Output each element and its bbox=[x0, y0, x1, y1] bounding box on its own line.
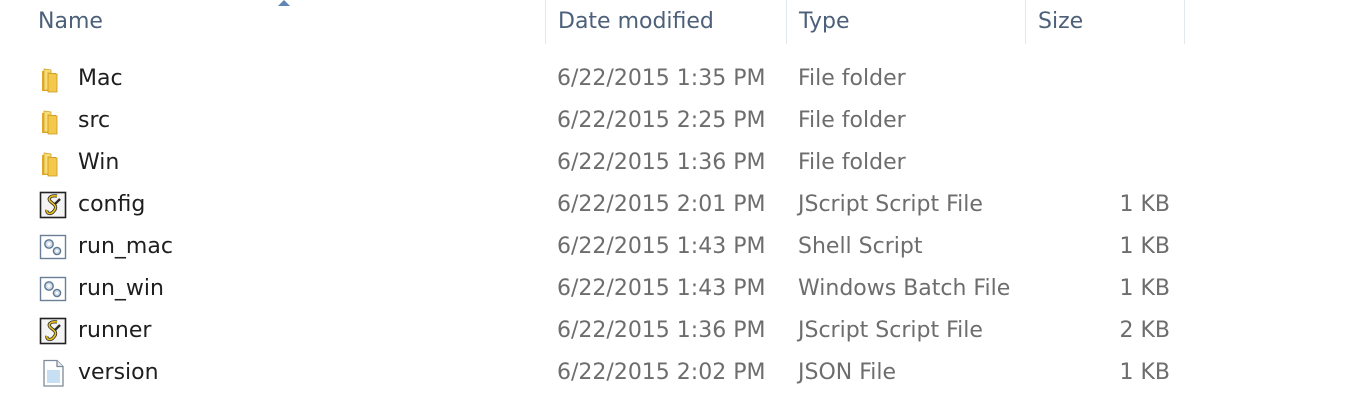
file-type: Shell Script bbox=[798, 234, 923, 259]
file-name: src bbox=[78, 108, 111, 133]
file-row[interactable]: run_mac 6/22/2015 1:43 PM Shell Script 1… bbox=[0, 226, 1356, 268]
file-row[interactable]: Mac 6/22/2015 1:35 PM File folder bbox=[0, 58, 1356, 100]
file-date-modified: 6/22/2015 2:02 PM bbox=[557, 360, 766, 385]
column-header-date-modified[interactable]: Date modified bbox=[546, 0, 787, 44]
file-row[interactable]: runner 6/22/2015 1:36 PM JScript Script … bbox=[0, 310, 1356, 352]
folder-icon bbox=[38, 64, 68, 94]
file-row[interactable]: version 6/22/2015 2:02 PM JSON File 1 KB bbox=[0, 352, 1356, 394]
file-name: Mac bbox=[78, 66, 123, 91]
file-date-modified: 6/22/2015 1:43 PM bbox=[557, 276, 766, 301]
file-type: JSON File bbox=[798, 360, 897, 385]
file-name: run_win bbox=[78, 276, 164, 301]
file-type: JScript Script File bbox=[798, 318, 983, 343]
file-type: File folder bbox=[798, 108, 906, 133]
file-type: JScript Script File bbox=[798, 192, 983, 217]
file-date-modified: 6/22/2015 1:36 PM bbox=[557, 318, 766, 343]
file-date-modified: 6/22/2015 1:43 PM bbox=[557, 234, 766, 259]
script-gear-file-icon bbox=[38, 232, 68, 262]
file-row[interactable]: Win 6/22/2015 1:36 PM File folder bbox=[0, 142, 1356, 184]
file-row[interactable]: run_win 6/22/2015 1:43 PM Windows Batch … bbox=[0, 268, 1356, 310]
script-gear-file-icon bbox=[38, 274, 68, 304]
file-size: 1 KB bbox=[1119, 360, 1170, 385]
file-name: version bbox=[78, 360, 159, 385]
file-list: Mac 6/22/2015 1:35 PM File folder src 6/… bbox=[0, 58, 1356, 394]
file-size: 1 KB bbox=[1119, 192, 1170, 217]
file-size: 2 KB bbox=[1119, 318, 1170, 343]
folder-icon bbox=[38, 148, 68, 178]
file-date-modified: 6/22/2015 2:01 PM bbox=[557, 192, 766, 217]
folder-icon bbox=[38, 106, 68, 136]
file-name: runner bbox=[78, 318, 152, 343]
file-name: config bbox=[78, 192, 146, 217]
column-header-type[interactable]: Type bbox=[787, 0, 1026, 44]
column-header-bar: Name Date modified Type Size bbox=[0, 0, 1356, 44]
jscript-file-icon bbox=[38, 316, 68, 346]
file-date-modified: 6/22/2015 1:36 PM bbox=[557, 150, 766, 175]
jscript-file-icon bbox=[38, 190, 68, 220]
column-header-size[interactable]: Size bbox=[1026, 0, 1185, 44]
file-size: 1 KB bbox=[1119, 234, 1170, 259]
file-size: 1 KB bbox=[1119, 276, 1170, 301]
sort-ascending-icon bbox=[278, 0, 290, 6]
file-row[interactable]: config 6/22/2015 2:01 PM JScript Script … bbox=[0, 184, 1356, 226]
file-type: File folder bbox=[798, 150, 906, 175]
file-type: Windows Batch File bbox=[798, 276, 1011, 301]
file-name: run_mac bbox=[78, 234, 173, 259]
column-header-name[interactable]: Name bbox=[26, 0, 546, 44]
file-row[interactable]: src 6/22/2015 2:25 PM File folder bbox=[0, 100, 1356, 142]
file-date-modified: 6/22/2015 1:35 PM bbox=[557, 66, 766, 91]
file-date-modified: 6/22/2015 2:25 PM bbox=[557, 108, 766, 133]
file-type: File folder bbox=[798, 66, 906, 91]
file-name: Win bbox=[78, 150, 120, 175]
generic-file-icon bbox=[38, 358, 68, 388]
